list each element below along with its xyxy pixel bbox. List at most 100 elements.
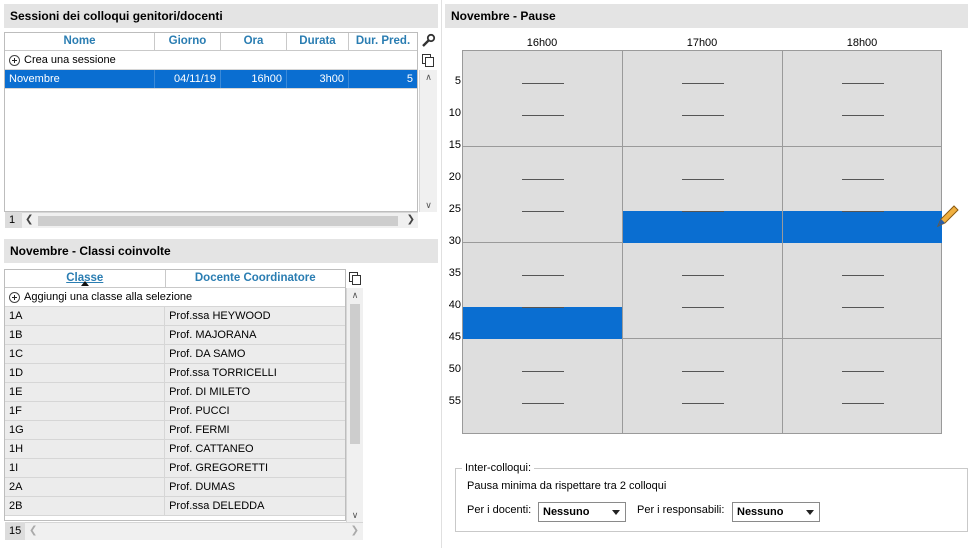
column-docente[interactable]: Docente Coordinatore [166,270,345,287]
docenti-label: Per i docenti: [467,504,532,516]
table-row[interactable]: 1C Prof. DA SAMO [5,345,345,364]
minute-label: 5 [454,75,461,87]
class-name: 1G [5,421,166,439]
copy-icon[interactable] [347,270,363,286]
minute-tick [842,371,884,372]
minute-tick [682,403,724,404]
class-name: 1B [5,326,166,344]
column-ora[interactable]: Ora [221,33,287,50]
table-row[interactable]: 1F Prof. PUCCI [5,402,345,421]
table-row[interactable]: Novembre 04/11/19 16h00 3h00 5 [5,70,417,89]
plus-circle-icon [9,291,20,303]
minute-tick [682,275,724,276]
chevron-down-icon [806,510,814,515]
class-name: 2B [5,497,166,515]
minute-label: 15 [448,139,461,151]
minute-tick [522,371,564,372]
responsabili-label: Per i responsabili: [637,504,725,516]
add-class-label: Aggiungi una classe alla selezione [24,291,193,303]
minute-tick [842,275,884,276]
pause-block[interactable] [783,211,942,243]
class-name: 1E [5,383,166,401]
scrollbar-thumb[interactable] [38,216,398,226]
classes-table-header: Classe Docente Coordinatore [5,270,345,288]
class-coordinator: Prof.ssa DELEDDA [169,500,265,512]
responsabili-select[interactable]: Nessuno [732,502,820,522]
minute-label: 10 [448,107,461,119]
column-dur-pred[interactable]: Dur. Pred. [349,33,417,50]
column-nome[interactable]: Nome [5,33,155,50]
minute-tick [522,275,564,276]
minute-tick [682,307,724,308]
create-session-row[interactable]: Crea una sessione [5,51,417,70]
minute-tick [682,179,724,180]
table-row[interactable]: 1H Prof. CATTANEO [5,440,345,459]
minute-tick [842,403,884,404]
table-row[interactable]: 1D Prof.ssa TORRICELLI [5,364,345,383]
sessions-panel-title: Sessioni dei colloqui genitori/docenti [4,4,438,28]
table-row[interactable]: 1I Prof. GREGORETTI [5,459,345,478]
table-row[interactable]: 1B Prof. MAJORANA [5,326,345,345]
minute-label: 50 [448,363,461,375]
column-durata[interactable]: Durata [287,33,349,50]
minute-tick [842,83,884,84]
minute-label: 55 [448,395,461,407]
class-coordinator: Prof. DA SAMO [169,348,246,360]
wrench-icon[interactable] [420,33,436,49]
minute-tick [522,115,564,116]
scroll-up-icon[interactable]: ∧ [347,288,363,302]
scroll-left-icon[interactable]: ❮ [25,214,33,225]
minute-label: 45 [448,331,461,343]
minute-label: 35 [448,267,461,279]
minute-tick [842,211,884,212]
classes-vertical-scrollbar[interactable]: ∧ ∨ [346,288,363,522]
add-class-row[interactable]: Aggiungi una classe alla selezione [5,288,345,307]
classes-count: 15 [5,522,25,540]
docenti-select[interactable]: Nessuno [538,502,626,522]
scroll-left-icon[interactable]: ❮ [29,525,37,536]
pause-calendar[interactable] [462,50,942,434]
minute-tick [682,83,724,84]
class-coordinator: Prof. FERMI [169,424,230,436]
classes-horizontal-scrollbar[interactable]: ❮ ❯ [25,522,363,540]
table-row[interactable]: 1A Prof.ssa HEYWOOD [5,307,345,326]
minute-tick [842,115,884,116]
class-coordinator: Prof. DI MILETO [169,386,251,398]
copy-icon[interactable] [420,52,436,68]
pause-block[interactable] [463,307,622,339]
minute-tick [522,307,564,308]
pencil-icon[interactable] [934,204,960,230]
scroll-down-icon[interactable]: ∨ [420,198,437,212]
sessions-count: 1 [5,212,22,228]
class-name: 2A [5,478,166,496]
sessions-vertical-scrollbar[interactable]: ∧ ∨ [419,70,437,212]
session-durata: 3h00 [287,70,349,88]
scroll-right-icon[interactable]: ❯ [407,214,415,225]
scrollbar-thumb[interactable] [350,304,360,444]
class-coordinator: Prof. PUCCI [169,405,230,417]
plus-circle-icon [9,54,20,66]
table-row[interactable]: 2A Prof. DUMAS [5,478,345,497]
table-row[interactable]: 1G Prof. FERMI [5,421,345,440]
pause-block[interactable] [623,211,782,243]
sort-arrow-icon [81,281,89,286]
minute-label: 40 [448,299,461,311]
scroll-down-icon[interactable]: ∨ [347,508,363,522]
scroll-right-icon[interactable]: ❯ [351,525,359,536]
table-row[interactable]: 2B Prof.ssa DELEDDA [5,497,345,516]
column-giorno[interactable]: Giorno [155,33,221,50]
scroll-up-icon[interactable]: ∧ [420,70,437,84]
chevron-down-icon [612,510,620,515]
class-coordinator: Prof. CATTANEO [169,443,254,455]
column-classe[interactable]: Classe [5,270,166,287]
sessions-horizontal-scrollbar[interactable]: ❮ ❯ [22,212,418,228]
session-nome: Novembre [5,70,155,88]
table-row[interactable]: 1E Prof. DI MILETO [5,383,345,402]
class-name: 1H [5,440,166,458]
classes-list: 1A Prof.ssa HEYWOOD 1B Prof. MAJORANA 1C Prof… [5,307,345,516]
panel-divider[interactable] [441,0,442,548]
class-name: 1F [5,402,166,420]
session-dur-pred: 5 [349,70,417,88]
minute-label: 30 [448,235,461,247]
hour-label: 18h00 [846,37,878,49]
